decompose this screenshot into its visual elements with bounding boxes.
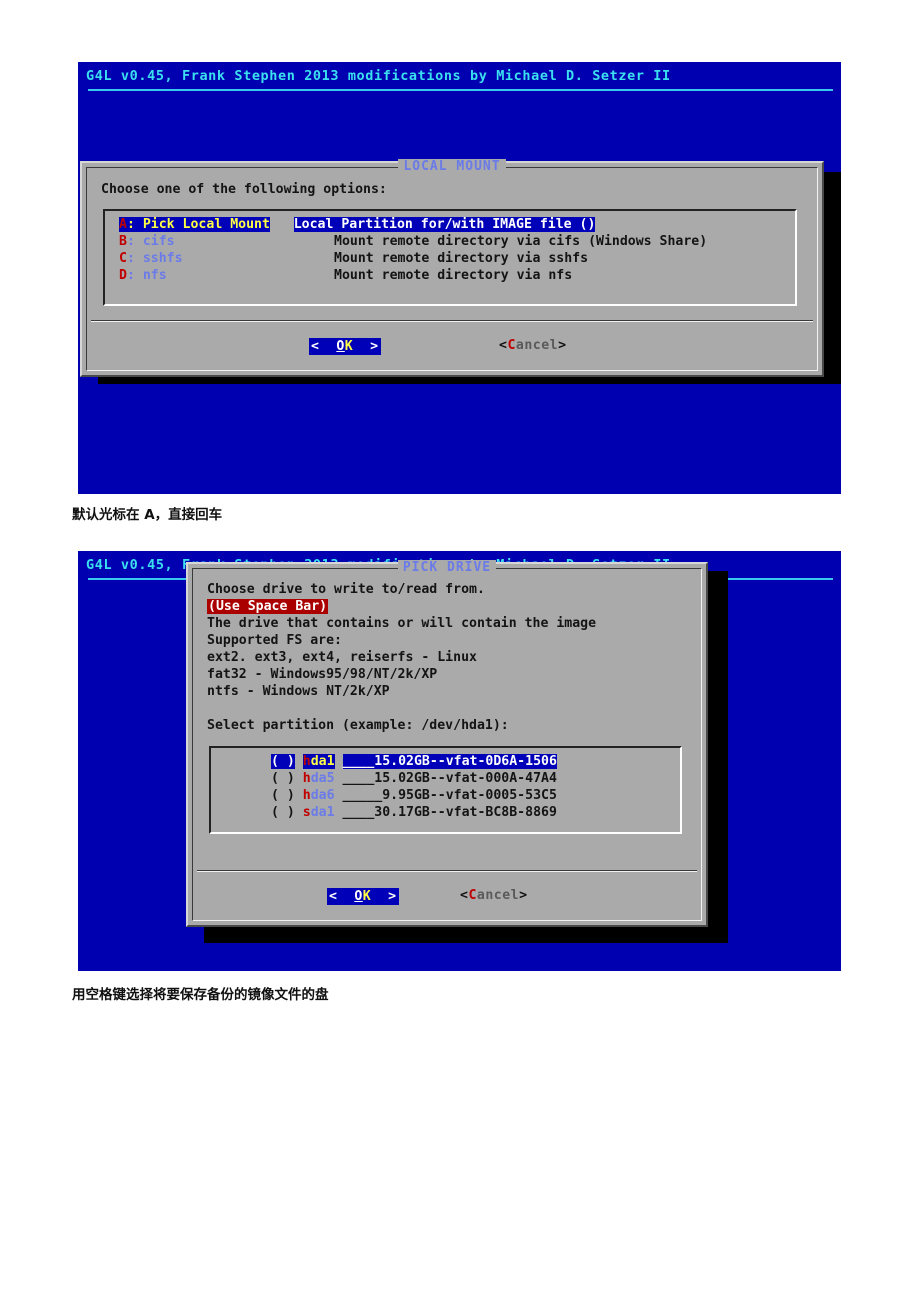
dialog-title-local-mount: LOCAL MOUNT [87,159,817,174]
dialog-button-separator [91,320,813,322]
partition-checkbox-1[interactable]: ( ) [271,754,295,769]
partition-name-first-3: h [302,788,311,803]
partition-name-rest-1: da1 [310,754,335,769]
menu-desc-b: Mount remote directory via cifs (Windows… [334,234,708,249]
ok-rest-2: K [362,889,372,904]
ok-button-2[interactable]: < OK > [327,888,399,905]
menu-listbox: A: Pick Local Mount Local Partition for/… [103,209,797,306]
terminal-screen-pick-drive: G4L v0.45, Frank Stephen 2013 modificati… [78,551,841,971]
caption-step-2: 用空格键选择将要保存备份的镜像文件的盘 [72,987,329,1003]
partition-row-3[interactable]: ( ) hda6 _____9.95GB--vfat-0005-53C5 [271,788,557,803]
menu-sep-c: : [126,251,135,266]
partition-row-1[interactable]: ( ) hda1 ____15.02GB--vfat-0D6A-1506 [271,754,557,769]
pick-drive-line-2: The drive that contains or will contain … [207,616,597,631]
partition-name-first-4: s [302,805,311,820]
local-mount-dialog: LOCAL MOUNT Choose one of the following … [80,159,824,377]
dialog-inner-frame: LOCAL MOUNT Choose one of the following … [86,159,818,371]
menu-sep-a: : [126,217,135,232]
terminal-header-rule [88,89,833,91]
dialog-prompt: Choose one of the following options: [101,182,387,197]
cancel-button[interactable]: <Cancel> [499,338,567,353]
menu-label-c: sshfs [142,251,183,266]
ok-accel-2: O [354,889,363,904]
use-space-bar-badge: (Use Space Bar) [207,599,329,614]
partition-desc-1: ____15.02GB--vfat-0D6A-1506 [342,754,557,769]
ok-right-bracket-2: > [388,889,397,904]
partition-name-rest-4: da1 [310,805,335,820]
partition-name-rest-3: da6 [310,788,335,803]
partition-listbox: ( ) hda1 ____15.02GB--vfat-0D6A-1506 ( )… [209,746,682,834]
menu-label-a: Pick Local Mount [142,217,270,232]
menu-desc-c: Mount remote directory via sshfs [334,251,589,266]
pick-drive-line-4: ext2. ext3, ext4, reiserfs - Linux [207,650,477,665]
partition-name-first-1: h [302,754,311,769]
menu-desc-d-wrap: Mount remote directory via nfs [334,268,572,283]
cancel-rest: ancel [515,338,559,353]
partition-desc-4: ____30.17GB--vfat-BC8B-8869 [342,805,557,820]
menu-label-b: cifs [142,234,175,249]
document-page: G4L v0.45, Frank Stephen 2013 modificati… [0,0,920,1302]
menu-desc-b-wrap: Mount remote directory via cifs (Windows… [334,234,707,249]
menu-item-a[interactable]: A: Pick Local Mount Local Partition for/… [119,217,596,232]
terminal-header-title: G4L v0.45, Frank Stephen 2013 modificati… [86,68,671,84]
terminal-screen-local-mount: G4L v0.45, Frank Stephen 2013 modificati… [78,62,841,494]
menu-key-a: A [119,217,127,232]
pick-drive-line-3: Supported FS are: [207,633,342,648]
pick-drive-line-0: Choose drive to write to/read from. [207,582,485,597]
partition-name-rest-2: da5 [310,771,335,786]
cancel-rest-2: ancel [476,888,520,903]
menu-key-d: D [119,268,127,283]
ok-right-bracket: > [370,339,379,354]
partition-desc-2: ____15.02GB--vfat-000A-47A4 [342,771,557,786]
partition-checkbox-4[interactable]: ( ) [271,805,295,820]
pick-drive-line-1-highlight: (Use Space Bar) [207,599,329,614]
menu-desc-a: Local Partition for/with IMAGE file () [293,217,596,232]
pick-drive-line-6: ntfs - Windows NT/2k/XP [207,684,390,699]
cancel-accel-2: C [468,888,477,903]
menu-label-d: nfs [142,268,167,283]
ok-button[interactable]: < OK > [309,338,381,355]
partition-desc-3: _____9.95GB--vfat-0005-53C5 [342,788,557,803]
cancel-accel: C [507,338,516,353]
menu-desc-d: Mount remote directory via nfs [334,268,573,283]
menu-key-c: C [119,251,127,266]
pick-drive-line-5: fat32 - Windows95/98/NT/2k/XP [207,667,438,682]
partition-row-4[interactable]: ( ) sda1 ____30.17GB--vfat-BC8B-8869 [271,805,557,820]
partition-name-first-2: h [302,771,311,786]
menu-sep-d: : [126,268,135,283]
dialog-inner-frame-2: PICK DRIVE Choose drive to write to/read… [192,560,702,921]
menu-sep-b: : [126,234,135,249]
pick-drive-dialog: PICK DRIVE Choose drive to write to/read… [186,560,708,927]
cancel-right-bracket: > [558,338,567,353]
partition-checkbox-2[interactable]: ( ) [271,771,295,786]
cancel-right-bracket-2: > [519,888,528,903]
ok-accel: O [336,339,345,354]
pick-drive-line-8: Select partition (example: /dev/hda1): [207,718,509,733]
partition-checkbox-3[interactable]: ( ) [271,788,295,803]
menu-item-c[interactable]: C: sshfs [119,251,183,266]
menu-key-b: B [119,234,127,249]
menu-desc-c-wrap: Mount remote directory via sshfs [334,251,588,266]
ok-rest: K [344,339,354,354]
caption-step-1: 默认光标在 A，直接回车 [72,507,223,523]
menu-item-d[interactable]: D: nfs [119,268,167,283]
partition-row-2[interactable]: ( ) hda5 ____15.02GB--vfat-000A-47A4 [271,771,557,786]
dialog-button-separator-2 [197,870,697,872]
cancel-button-2[interactable]: <Cancel> [460,888,528,903]
menu-item-b[interactable]: B: cifs [119,234,175,249]
dialog-title-pick-drive: PICK DRIVE [193,560,701,575]
